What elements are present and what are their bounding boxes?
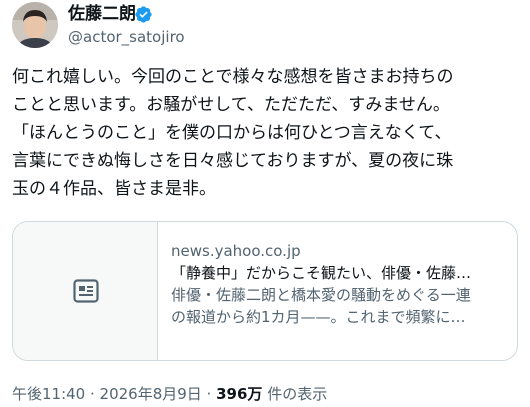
tweet-text: 何これ嬉しい。今回のことで様々な感想を皆さまお持ちの ことと思います。お騒がせし…: [12, 63, 522, 203]
tweet-text-line: 言葉にできぬ悔しさを日々感じておりますが、夏の夜に珠: [12, 151, 454, 171]
user-handle[interactable]: @actor_satojiro: [68, 28, 185, 46]
link-card-body: news.yahoo.co.jp 「静養中」だからこそ観たい、俳優・佐藤… 俳優…: [171, 240, 509, 328]
link-card-description-line: の報道から約1カ月——。これまで頻繁に…: [171, 308, 466, 326]
timestamp[interactable]: 午後11:40 · 2026年8月9日 ·: [12, 385, 216, 403]
views-label: 件の表示: [262, 385, 328, 403]
tweet-text-line: 玉の４作品、皆さま是非。: [12, 179, 216, 199]
views-count: 396万: [216, 385, 263, 403]
tweet-page: 佐藤二朗 @actor_satojiro 何これ嬉しい。今回のことで様々な感想を…: [0, 0, 530, 407]
link-card-description-line: 俳優・佐藤二朗と橋本愛の騒動をめぐる一連: [171, 286, 471, 304]
article-icon: [73, 279, 99, 303]
tweet-text-line: 「ほんとうのこと」を僕の口からは何ひとつ言えなくて、: [12, 123, 452, 143]
link-card-title: 「静養中」だからこそ観たい、俳優・佐藤…: [171, 264, 472, 282]
avatar[interactable]: [12, 2, 58, 48]
tweet-text-line: 何これ嬉しい。今回のことで様々な感想を皆さまお持ちの: [12, 67, 454, 87]
tweet-text-line: ことと思います。お騒がせして、ただただ、すみません。: [12, 95, 450, 115]
display-name[interactable]: 佐藤二朗: [68, 4, 136, 24]
tweet-meta: 午後11:40 · 2026年8月9日 · 396万 件の表示: [12, 384, 327, 404]
avatar-image: [12, 2, 58, 48]
link-card-description: 俳優・佐藤二朗と橋本愛の騒動をめぐる一連 の報道から約1カ月——。これまで頻繁に…: [171, 284, 509, 328]
link-card-domain: news.yahoo.co.jp: [171, 242, 301, 260]
link-card[interactable]: news.yahoo.co.jp 「静養中」だからこそ観たい、俳優・佐藤… 俳優…: [12, 221, 518, 361]
verified-badge-icon: [135, 6, 152, 23]
link-card-thumbnail: [13, 222, 158, 360]
